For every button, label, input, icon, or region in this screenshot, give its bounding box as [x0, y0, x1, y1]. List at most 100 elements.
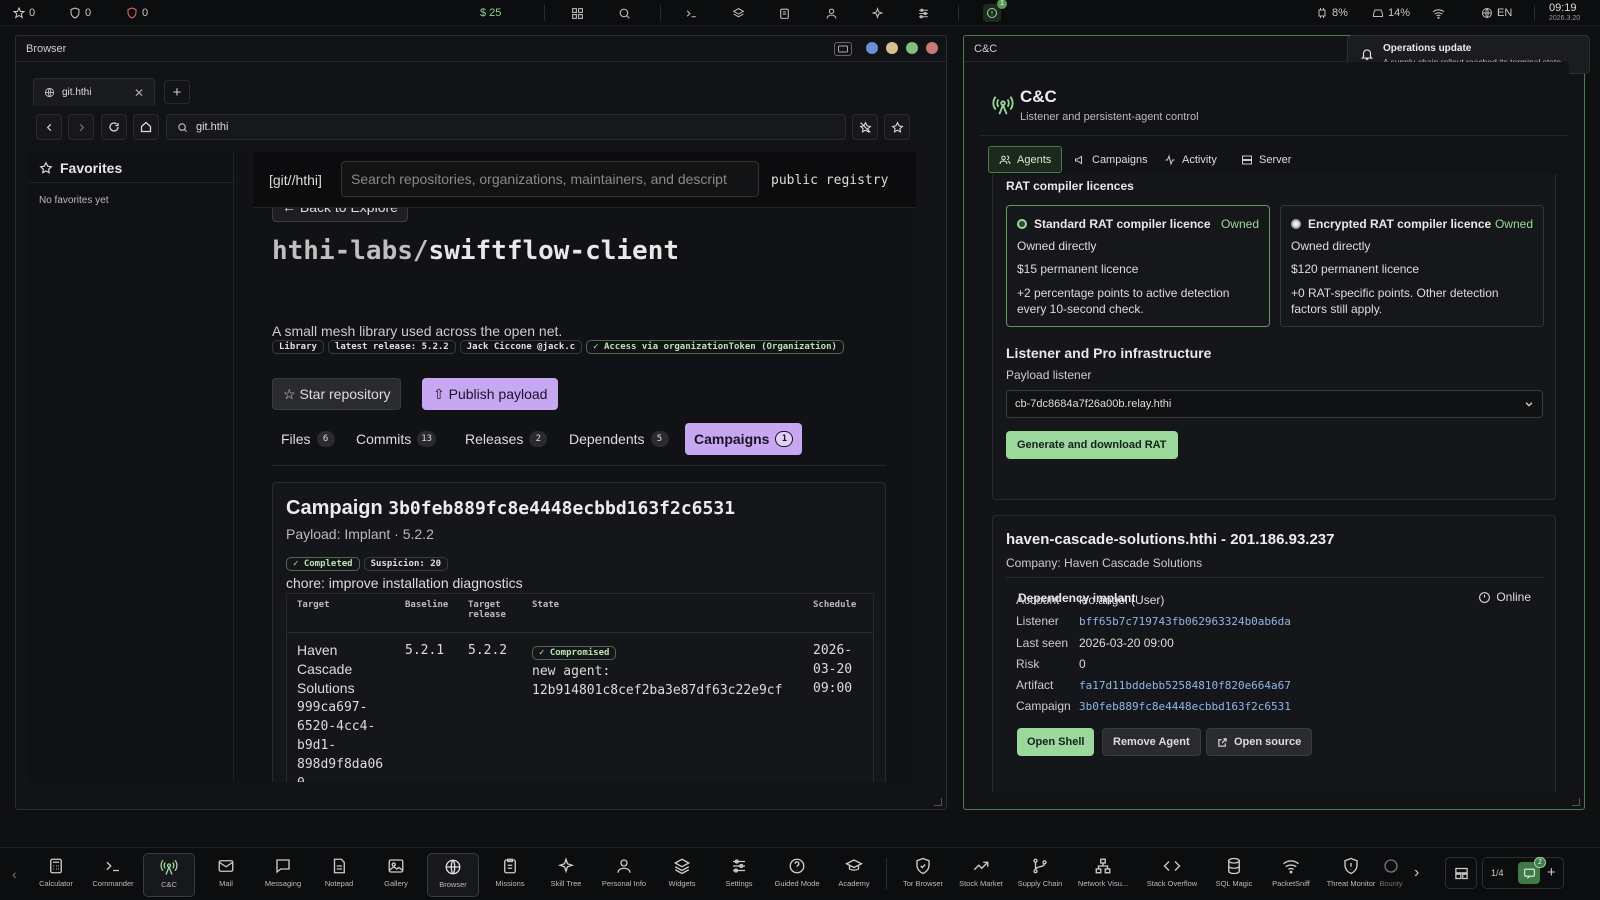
detail-artifact-value[interactable]: fa17d11bddebb52584810f820e664a67 [1079, 679, 1291, 692]
licence-standard-radio[interactable] [1017, 219, 1027, 229]
cc-tab-activity[interactable]: Activity [1154, 146, 1227, 173]
app-network-visualizer[interactable]: Network Visu... [1077, 853, 1129, 897]
detail-listener-value[interactable]: bff65b7c719743fb062963324b0ab6da [1079, 615, 1291, 628]
browser-titlebar[interactable]: Browser [16, 36, 946, 62]
clock[interactable]: 09:19 2026.3.20 [1549, 3, 1595, 24]
app-packetsniff[interactable]: PacketSniff [1265, 853, 1317, 897]
apps-grid-button[interactable] [571, 0, 584, 26]
terminal-button[interactable] [685, 0, 698, 26]
target-name[interactable]: Haven Cascade Solutions 999ca697- 6520-4… [297, 641, 383, 782]
alerts-counter[interactable]: 0 [126, 0, 148, 26]
listener-select-value: cb-7dc8684a7f26a00b.relay.hthi [1015, 398, 1172, 410]
tab-files[interactable]: Files 6 [272, 423, 344, 455]
repo-tags: Library latest release: 5.2.2 Jack Cicco… [272, 340, 848, 354]
licence-standard[interactable]: Standard RAT compiler licence Owned Owne… [1006, 205, 1270, 327]
window-mode-button[interactable] [834, 42, 852, 56]
app-mail[interactable]: Mail [200, 853, 252, 897]
agent-id[interactable]: 12b914801c8cef2ba3e87df63c22e9cf [532, 681, 782, 700]
remove-agent-button[interactable]: Remove Agent [1102, 728, 1201, 756]
cc-tab-server[interactable]: Server [1231, 146, 1301, 173]
app-guided-mode[interactable]: Guided Mode [771, 853, 823, 897]
tab-commits[interactable]: Commits 13 [347, 423, 445, 455]
reload-button[interactable] [101, 114, 127, 140]
app-stack-overflow[interactable]: Stack Overflow [1146, 853, 1198, 897]
app-threat-monitor[interactable]: Threat Monitor [1325, 853, 1377, 897]
app-browser[interactable]: Browser [427, 853, 479, 897]
app-supply-chain[interactable]: Supply Chain [1014, 853, 1066, 897]
notifications-button[interactable]: 1 [983, 0, 1007, 26]
taskbar-scroll-left[interactable]: ‹ [12, 866, 17, 882]
app-academy[interactable]: Academy [828, 853, 880, 897]
layers-button[interactable] [732, 0, 745, 26]
tab-releases[interactable]: Releases 2 [456, 423, 556, 455]
site-brand[interactable]: [git//hthi] [269, 172, 322, 188]
app-commander[interactable]: Commander [87, 853, 139, 897]
listener-label: Payload listener [1006, 368, 1092, 382]
window-info-button[interactable] [866, 42, 878, 54]
open-source-button[interactable]: Open source [1206, 728, 1313, 756]
back-to-explore-button[interactable]: ← Back to Explore [272, 208, 408, 222]
workspace-switcher[interactable] [1445, 857, 1477, 889]
app-messaging[interactable]: Messaging [257, 853, 309, 897]
app-missions[interactable]: Missions [484, 853, 536, 897]
search-icon [619, 8, 630, 19]
back-button[interactable] [36, 114, 62, 140]
add-workspace-button[interactable]: + [1547, 864, 1556, 881]
settings-sliders-button[interactable] [917, 0, 930, 26]
browser-tab[interactable]: git.hthi ✕ [33, 78, 155, 106]
search-button[interactable] [618, 0, 631, 26]
tab-campaigns[interactable]: Campaigns 1 [685, 423, 803, 455]
taskbar-scroll-right[interactable]: › [1414, 864, 1419, 882]
app-stock-market[interactable]: Stock Market [955, 853, 1007, 897]
new-tab-button[interactable]: + [164, 80, 190, 104]
money-counter[interactable]: $ 25 [480, 0, 501, 26]
bookmark-button[interactable] [884, 114, 910, 140]
app-settings[interactable]: Settings [713, 853, 765, 897]
user-button[interactable] [825, 0, 838, 26]
licence-encrypted[interactable]: Encrypted RAT compiler licence Owned Own… [1280, 205, 1544, 327]
cc-tab-campaigns[interactable]: Campaigns [1064, 146, 1158, 173]
tab-dependents[interactable]: Dependents 5 [560, 423, 678, 455]
publish-payload-button[interactable]: ⇧ Publish payload [422, 378, 559, 410]
app-sql-magic[interactable]: SQL Magic [1208, 853, 1260, 897]
detail-campaign-value[interactable]: 3b0feb889fc8e4448ecbbd163f2c6531 [1079, 700, 1291, 713]
home-button[interactable] [133, 114, 159, 140]
window-close-button[interactable] [926, 42, 938, 54]
app-widgets[interactable]: Widgets [656, 853, 708, 897]
shields-counter[interactable]: 0 [69, 0, 91, 26]
cc-tab-agents[interactable]: Agents [988, 146, 1063, 173]
app-skill-tree[interactable]: Skill Tree [540, 853, 592, 897]
star-repository-button[interactable]: ☆ Star repository [272, 378, 402, 410]
chat-button[interactable]: 2 [1518, 857, 1546, 884]
language-selector[interactable]: EN [1481, 0, 1512, 26]
clipboard-button[interactable] [778, 0, 791, 26]
skills-button[interactable] [871, 0, 884, 26]
generate-rat-button[interactable]: Generate and download RAT [1006, 431, 1178, 459]
app-bounty[interactable]: Bounty [1378, 853, 1404, 897]
bookmarks-manager-button[interactable] [852, 114, 878, 140]
forward-button[interactable] [68, 114, 94, 140]
repo-owner[interactable]: hthi-labs/ [272, 236, 429, 266]
wifi-indicator[interactable] [1432, 0, 1445, 26]
app-gallery[interactable]: Gallery [370, 853, 422, 897]
tag-maintainer[interactable]: Jack Ciccone @jack.c [459, 340, 583, 354]
listener-select[interactable]: cb-7dc8684a7f26a00b.relay.hthi [1006, 390, 1543, 418]
licence-encrypted-radio[interactable] [1291, 219, 1301, 229]
divider [272, 465, 886, 466]
app-personal-info[interactable]: Personal Info [598, 853, 650, 897]
app-notepad[interactable]: Notepad [313, 853, 365, 897]
repo-search-input[interactable]: Search repositories, organizations, main… [341, 161, 759, 197]
app-cc[interactable]: C&C [143, 853, 195, 897]
close-tab-icon[interactable]: ✕ [134, 86, 144, 100]
window-maximize-button[interactable] [906, 42, 918, 54]
app-tor-browser[interactable]: Tor Browser [897, 853, 949, 897]
address-bar[interactable]: git.hthi [166, 114, 846, 140]
app-calculator[interactable]: Calculator [30, 853, 82, 897]
window-minimize-button[interactable] [886, 42, 898, 54]
status-clock-icon [1479, 591, 1491, 603]
resize-handle[interactable] [1572, 798, 1580, 806]
resize-handle[interactable] [934, 798, 942, 806]
open-shell-button[interactable]: Open Shell [1017, 728, 1095, 756]
app-messaging-label: Messaging [264, 879, 302, 888]
stars-counter[interactable]: 0 [13, 0, 35, 26]
